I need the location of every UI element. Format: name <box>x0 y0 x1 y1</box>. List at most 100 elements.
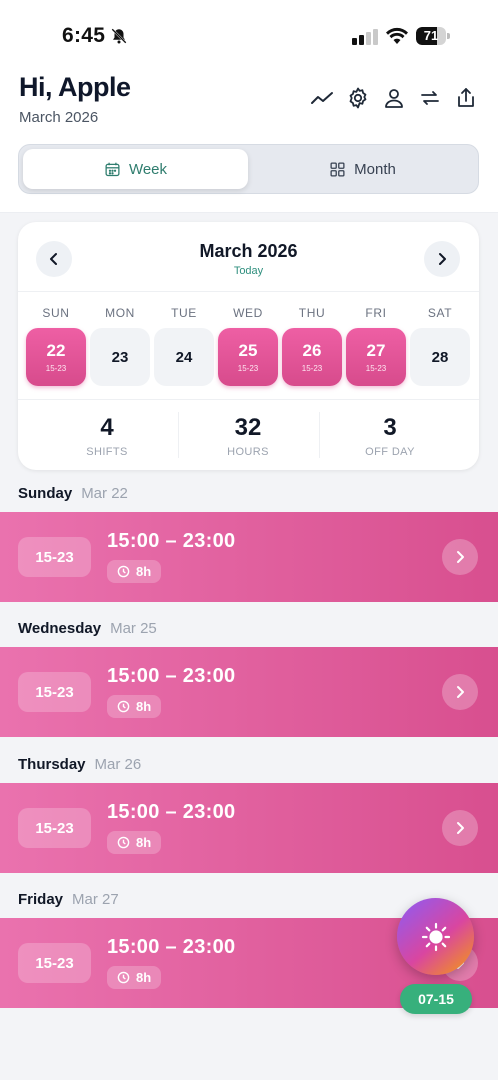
shift-open-button[interactable] <box>442 674 478 710</box>
day-cell[interactable]: 22 15-23 <box>26 328 86 386</box>
shift-code-chip: 15-23 <box>18 672 91 712</box>
day-name: MON <box>105 306 135 320</box>
day-thu[interactable]: THU 26 15-23 <box>282 306 342 386</box>
status-bar: 6:45 71 <box>0 0 498 72</box>
bell-off-icon <box>111 28 127 44</box>
day-cell[interactable]: 24 <box>154 328 214 386</box>
shift-card[interactable]: 15-23 15:00 – 23:00 8h <box>0 512 498 602</box>
battery-tip <box>447 33 450 39</box>
shift-type-fab[interactable] <box>397 898 474 975</box>
calendar-icon <box>105 162 120 176</box>
shift-time: 15:00 – 23:00 <box>107 801 236 823</box>
shift-duration: 8h <box>107 966 162 989</box>
grid-icon <box>330 161 345 177</box>
tab-week[interactable]: Week <box>23 149 248 189</box>
shift-day-header: Wednesday Mar 25 <box>18 620 157 640</box>
tab-month-label: Month <box>354 160 396 178</box>
stat-value: 32 <box>234 414 262 441</box>
week-days: SUN 22 15-23 MON 23 TUE 24 WED 25 15-23 <box>26 306 471 386</box>
stat-shifts: 4 SHIFTS <box>37 414 177 458</box>
day-name: FRI <box>365 306 387 320</box>
day-shift-tag: 15-23 <box>365 364 387 373</box>
share-icon[interactable] <box>454 86 478 110</box>
calendar-title: March 2026 <box>199 241 298 261</box>
day-name: THU <box>298 306 326 320</box>
day-wed[interactable]: WED 25 15-23 <box>218 306 278 386</box>
day-sat[interactable]: SAT 28 <box>410 306 470 386</box>
shift-open-button[interactable] <box>442 539 478 575</box>
shift-day-header: Thursday Mar 26 <box>18 756 141 776</box>
day-tue[interactable]: TUE 24 <box>154 306 214 386</box>
day-name: SUN <box>42 306 70 320</box>
shift-open-button[interactable] <box>442 810 478 846</box>
battery-level: 71 <box>423 28 439 43</box>
day-name: SAT <box>427 306 453 320</box>
header-subtitle: March 2026 <box>19 109 99 126</box>
day-cell[interactable]: 27 15-23 <box>346 328 406 386</box>
shift-card[interactable]: 15-23 15:00 – 23:00 8h <box>0 783 498 873</box>
status-time: 6:45 <box>62 24 106 47</box>
shift-day-header: Friday Mar 27 <box>18 891 119 911</box>
shift-day-name: Friday <box>18 891 64 908</box>
shift-duration-value: 8h <box>136 564 152 579</box>
shift-day-date: Mar 27 <box>72 891 119 908</box>
day-shift-tag: 15-23 <box>301 364 323 373</box>
gear-icon[interactable] <box>346 86 370 110</box>
view-toggle: Week Month <box>18 144 479 194</box>
divider <box>18 291 479 292</box>
shift-day-name: Wednesday <box>18 620 102 637</box>
battery-body: 71 <box>416 27 446 45</box>
profile-icon[interactable] <box>382 86 406 110</box>
day-fri[interactable]: FRI 27 15-23 <box>346 306 406 386</box>
shift-day-date: Mar 25 <box>110 620 157 637</box>
next-week-button[interactable] <box>424 241 460 277</box>
day-cell[interactable]: 23 <box>90 328 150 386</box>
shift-code-chip: 15-23 <box>18 808 91 848</box>
day-cell[interactable]: 26 15-23 <box>282 328 342 386</box>
trend-icon[interactable] <box>310 86 334 110</box>
chevron-right-icon <box>457 686 464 698</box>
clock-icon <box>117 565 130 578</box>
swap-icon[interactable] <box>418 86 442 110</box>
week-calendar-card: March 2026 Today SUN 22 15-23 MON 23 TUE… <box>18 222 479 470</box>
chevron-right-icon <box>457 822 464 834</box>
day-number: 25 <box>238 341 258 360</box>
day-cell[interactable]: 25 15-23 <box>218 328 278 386</box>
clock-icon <box>117 700 130 713</box>
tab-month[interactable]: Month <box>250 149 475 189</box>
day-number: 27 <box>366 341 386 360</box>
stat-label: OFF DAY <box>365 446 415 458</box>
week-stats: 4 SHIFTS 32 HOURS 3 OFF DAY <box>18 400 479 470</box>
battery-indicator: 71 <box>416 27 450 45</box>
fab-shift-badge[interactable]: 07-15 <box>400 984 472 1014</box>
greeting-title: Hi, Apple <box>19 72 131 102</box>
day-shift-tag: 15-23 <box>45 364 67 373</box>
shift-duration: 8h <box>107 831 162 854</box>
chevron-right-icon <box>439 253 446 265</box>
day-cell[interactable]: 28 <box>410 328 470 386</box>
shift-duration-value: 8h <box>136 835 152 850</box>
shift-day-header: Sunday Mar 22 <box>18 485 128 505</box>
stat-off-days: 3 OFF DAY <box>320 414 460 458</box>
day-number: 26 <box>302 341 322 360</box>
wifi-icon <box>386 27 408 44</box>
header: Hi, Apple March 2026 Week Month <box>0 72 498 213</box>
shift-duration-value: 8h <box>136 970 152 985</box>
chevron-right-icon <box>457 551 464 563</box>
day-number: 24 <box>175 348 193 366</box>
today-link[interactable]: Today <box>18 265 479 277</box>
day-sun[interactable]: SUN 22 15-23 <box>26 306 86 386</box>
tab-week-label: Week <box>128 160 168 178</box>
day-mon[interactable]: MON 23 <box>90 306 150 386</box>
shift-code-chip: 15-23 <box>18 943 91 983</box>
shift-day-date: Mar 26 <box>94 756 142 773</box>
shift-card[interactable]: 15-23 15:00 – 23:00 8h <box>0 647 498 737</box>
shift-day-name: Thursday <box>18 756 86 773</box>
shift-day-date: Mar 22 <box>81 485 128 502</box>
shift-time: 15:00 – 23:00 <box>107 936 236 958</box>
day-number: 23 <box>111 348 129 366</box>
day-shift-tag: 15-23 <box>237 364 259 373</box>
sun-icon <box>421 922 450 951</box>
shift-code-chip: 15-23 <box>18 537 91 577</box>
stat-value: 4 <box>100 414 114 441</box>
